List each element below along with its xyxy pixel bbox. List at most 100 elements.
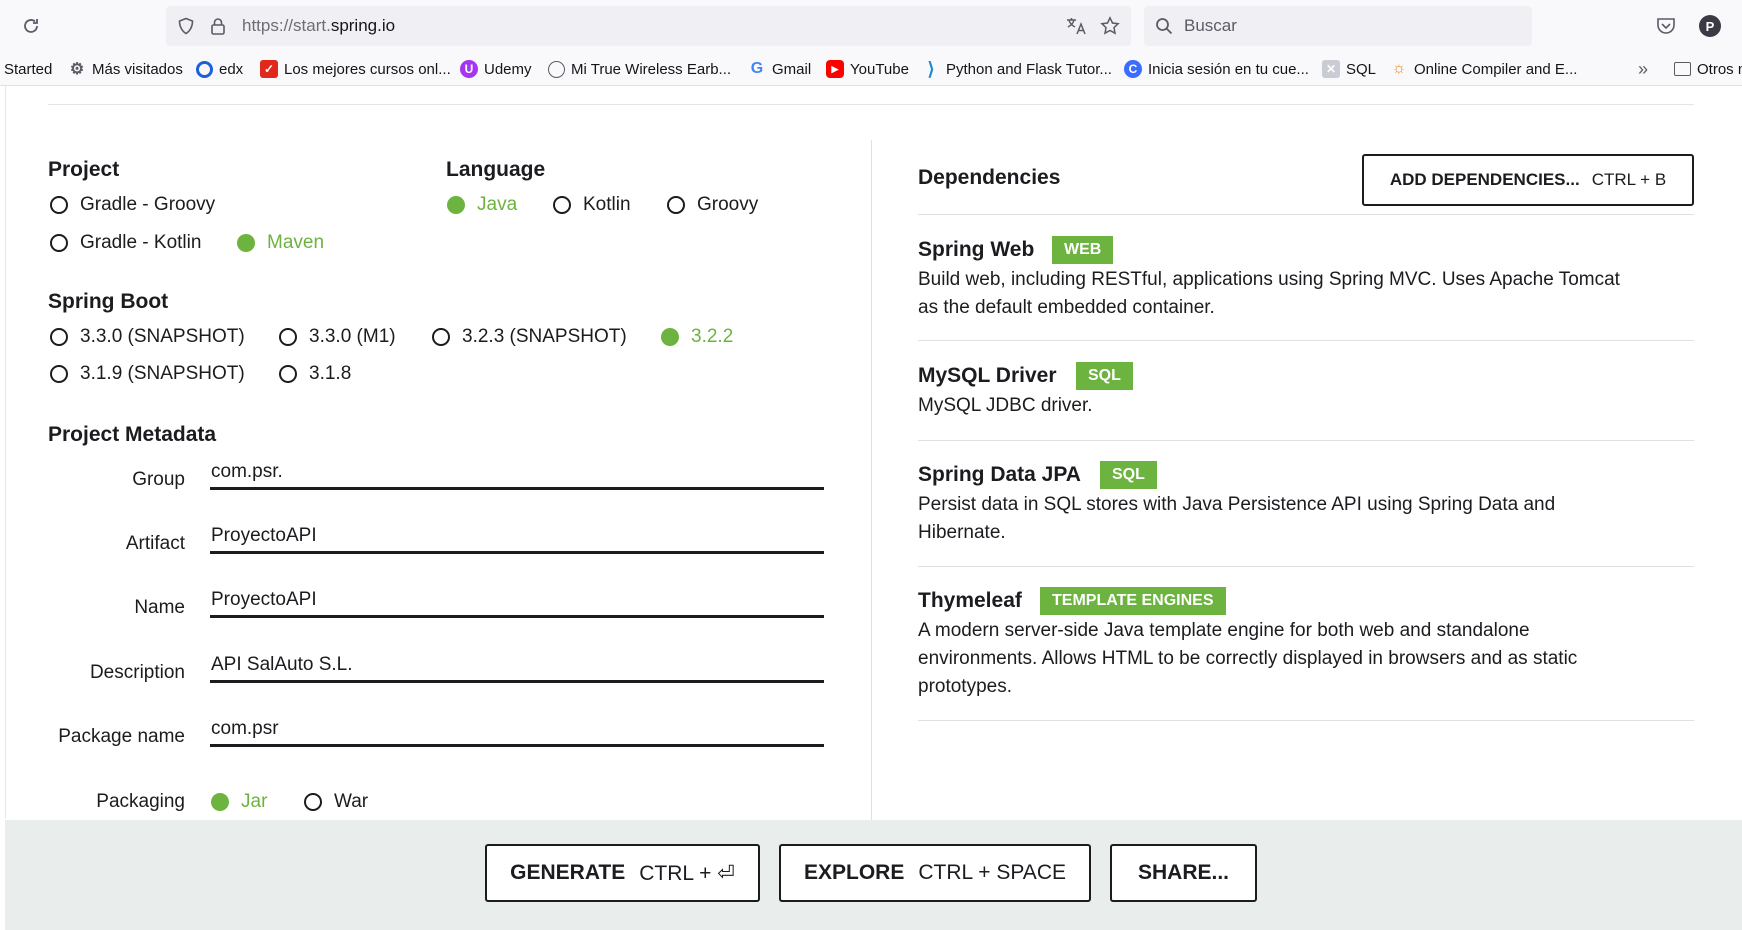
search-bar[interactable]: Buscar xyxy=(1144,6,1532,46)
bookmark-label: Gmail xyxy=(772,60,812,78)
description-input[interactable] xyxy=(210,649,824,683)
bookmark-label: YouTube xyxy=(850,60,909,78)
bookmark-item[interactable]: ✓ Los mejores cursos onl... xyxy=(260,59,451,79)
radio-gradle-groovy[interactable]: Gradle - Groovy xyxy=(50,194,215,216)
bookmark-label: Mi True Wireless Earb... xyxy=(571,60,732,78)
dependency-description: A modern server-side Java template engin… xyxy=(918,620,1578,697)
name-input[interactable] xyxy=(210,584,824,618)
radio-boot-323-snapshot[interactable]: 3.2.3 (SNAPSHOT) xyxy=(432,326,627,348)
dependency-tag: TEMPLATE ENGINES xyxy=(1040,587,1226,615)
bookmark-item[interactable]: U Udemy xyxy=(460,59,532,79)
radio-label: 3.2.3 (SNAPSHOT) xyxy=(462,326,627,347)
gear-icon: ⚙ xyxy=(69,61,85,78)
avatar-initial: P xyxy=(1699,15,1721,37)
radio-label: Java xyxy=(477,194,518,215)
radio-boot-330-m1[interactable]: 3.3.0 (M1) xyxy=(279,326,396,348)
bookmark-item[interactable]: ✕ SQL xyxy=(1322,59,1376,79)
dependency-description: Persist data in SQL stores with Java Per… xyxy=(918,494,1556,543)
bookmark-label: Python and Flask Tutor... xyxy=(946,60,1112,78)
spring-initializr-page: Project Gradle - Groovy Gradle - Kotlin … xyxy=(0,86,1742,930)
radio-label: Maven xyxy=(267,232,325,253)
bookmark-item[interactable]: edx xyxy=(196,59,243,79)
bookmark-item[interactable]: Started xyxy=(4,59,52,79)
reload-icon[interactable] xyxy=(17,12,45,40)
radio-label: Kotlin xyxy=(583,194,631,215)
radio-boot-322[interactable]: 3.2.2 xyxy=(661,326,733,348)
google-icon: G xyxy=(750,60,764,77)
bookmark-label: edx xyxy=(219,60,244,78)
compiler-icon: ☼ xyxy=(1391,60,1407,77)
radio-label: 3.1.8 xyxy=(309,363,352,384)
bookmark-label: Udemy xyxy=(484,60,532,78)
group-label: Group xyxy=(132,469,185,490)
radio-dot xyxy=(279,328,297,346)
bookmark-item[interactable]: G Gmail xyxy=(748,59,811,79)
browser-toolbar: https://start.spring.io Buscar P xyxy=(0,0,1742,52)
generate-button[interactable]: GENERATE CTRL + ⏎ xyxy=(485,844,760,902)
radio-dot xyxy=(237,234,255,252)
dependency-name: MySQL Driver xyxy=(918,364,1057,387)
radio-dot xyxy=(50,234,68,252)
header-divider xyxy=(48,104,1694,105)
bookmark-item[interactable]: ▶ YouTube xyxy=(826,59,909,79)
bookmark-item[interactable]: ⟩ Python and Flask Tutor... xyxy=(922,59,1112,79)
bookmark-item[interactable]: ⚙ Más visitados xyxy=(68,59,183,79)
radio-dot xyxy=(304,793,322,811)
radio-label: 3.3.0 (SNAPSHOT) xyxy=(80,326,245,347)
bookmark-folder[interactable]: Otros m xyxy=(1674,59,1742,79)
add-dependencies-shortcut: CTRL + B xyxy=(1591,170,1667,189)
radio-dot xyxy=(553,196,571,214)
artifact-input[interactable] xyxy=(210,520,824,554)
udemy-icon: U xyxy=(460,60,478,78)
group-input[interactable] xyxy=(210,456,824,490)
radio-label: Groovy xyxy=(697,194,759,215)
metadata-title: Project Metadata xyxy=(48,423,217,446)
dependency-description: MySQL JDBC driver. xyxy=(918,395,1093,416)
lock-icon[interactable] xyxy=(208,16,228,36)
radio-label: War xyxy=(334,791,369,812)
radio-label: Jar xyxy=(241,791,268,812)
more-bookmarks-icon[interactable]: » xyxy=(1638,59,1648,79)
search-icon xyxy=(1154,16,1174,36)
radio-dot xyxy=(661,328,679,346)
bookmark-label: Online Compiler and E... xyxy=(1414,60,1578,78)
radio-groovy[interactable]: Groovy xyxy=(667,194,758,216)
radio-boot-319-snapshot[interactable]: 3.1.9 (SNAPSHOT) xyxy=(50,363,245,385)
explore-label: EXPLORE xyxy=(804,861,905,884)
package-name-input[interactable] xyxy=(210,713,824,747)
radio-boot-318[interactable]: 3.1.8 xyxy=(279,363,351,385)
radio-war[interactable]: War xyxy=(304,791,368,813)
bookmark-label: Otros m xyxy=(1697,60,1742,78)
share-button[interactable]: SHARE... xyxy=(1110,844,1257,902)
bookmark-star-icon[interactable] xyxy=(1100,16,1120,36)
signin-icon: C xyxy=(1124,60,1142,78)
radio-java[interactable]: Java xyxy=(447,194,517,216)
radio-kotlin[interactable]: Kotlin xyxy=(553,194,631,216)
radio-gradle-kotlin[interactable]: Gradle - Kotlin xyxy=(50,232,201,254)
project-title: Project xyxy=(48,158,120,181)
dependency-separator xyxy=(918,566,1694,567)
pocket-icon[interactable] xyxy=(1652,12,1680,40)
radio-dot xyxy=(432,328,450,346)
youtube-icon: ▶ xyxy=(826,60,844,78)
folder-icon xyxy=(1674,62,1691,76)
bookmarks-toolbar: Started ⚙ Más visitados edx ✓ Los mejores … xyxy=(0,52,1742,86)
bookmark-label: Started xyxy=(4,60,53,78)
bookmark-item[interactable]: Mi True Wireless Earb... xyxy=(548,59,731,79)
radio-jar[interactable]: Jar xyxy=(211,791,267,813)
url-text[interactable]: https://start.spring.io xyxy=(242,16,395,36)
bookmark-label: Los mejores cursos onl... xyxy=(284,60,451,78)
radio-maven[interactable]: Maven xyxy=(237,232,324,254)
translate-icon[interactable] xyxy=(1066,16,1086,36)
add-dependencies-button[interactable]: ADD DEPENDENCIES... CTRL + B xyxy=(1362,154,1694,206)
radio-dot xyxy=(211,793,229,811)
account-avatar[interactable]: P xyxy=(1696,12,1724,40)
bookmark-label: SQL xyxy=(1346,60,1377,78)
bookmark-item[interactable]: C Inicia sesión en tu cue... xyxy=(1124,59,1309,79)
explore-button[interactable]: EXPLORE CTRL + SPACE xyxy=(779,844,1091,902)
address-bar[interactable]: https://start.spring.io xyxy=(166,6,1131,46)
dependency-separator xyxy=(918,340,1694,341)
radio-boot-330-snapshot[interactable]: 3.3.0 (SNAPSHOT) xyxy=(50,326,245,348)
bookmark-item[interactable]: ☼ Online Compiler and E... xyxy=(1390,59,1578,79)
tracking-protection-icon[interactable] xyxy=(176,16,196,36)
